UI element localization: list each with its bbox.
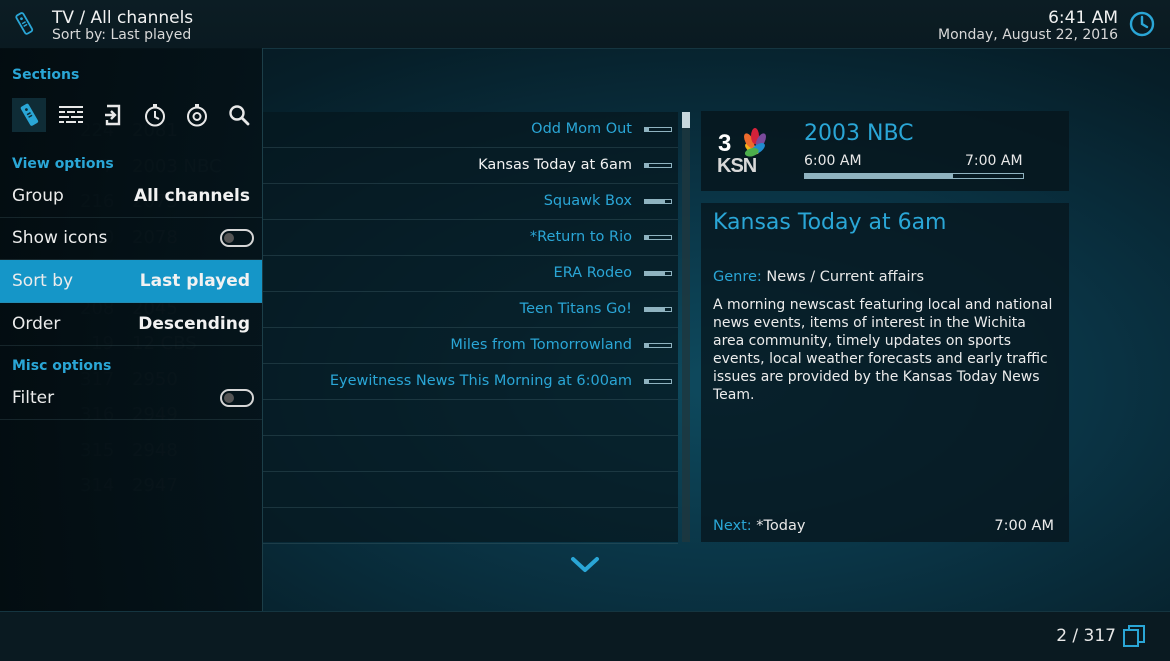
order-value: Descending xyxy=(138,314,250,334)
program-progress-bar xyxy=(804,173,1024,179)
list-item[interactable]: Eyewitness News This Morning at 6:00am xyxy=(262,364,678,400)
order-label: Order xyxy=(12,314,61,334)
timer-rules-icon[interactable] xyxy=(180,98,214,132)
item-counter: 2 / 317 xyxy=(1056,626,1116,646)
list-item-empty xyxy=(262,400,678,436)
svg-text:KSN: KSN xyxy=(717,155,757,175)
sections-heading: Sections xyxy=(12,67,80,83)
next-program-time: 7:00 AM xyxy=(994,518,1054,534)
program-details: Kansas Today at 6am Genre: News / Curren… xyxy=(701,203,1069,542)
group-label: Group xyxy=(12,186,64,206)
next-label: Next: xyxy=(713,518,752,534)
page-subtitle: Sort by: Last played xyxy=(52,27,192,43)
channel-logo: 3 KSN xyxy=(715,127,777,179)
filter-option[interactable]: Filter xyxy=(0,377,262,420)
program-title: Kansas Today at 6am xyxy=(713,210,947,235)
list-item-title: Teen Titans Go! xyxy=(519,301,632,317)
svg-text:3: 3 xyxy=(718,130,731,157)
filter-label: Filter xyxy=(12,388,55,408)
list-item[interactable]: *Return to Rio xyxy=(262,220,678,256)
clock-icon xyxy=(1128,10,1156,42)
scrollbar[interactable] xyxy=(682,112,690,542)
next-title: *Today xyxy=(756,518,806,534)
program-genre: Genre: News / Current affairs xyxy=(713,269,924,285)
list-item-progress xyxy=(644,163,672,168)
list-item-title: Kansas Today at 6am xyxy=(478,157,632,173)
genre-value: News / Current affairs xyxy=(766,269,925,285)
search-icon[interactable] xyxy=(222,98,256,132)
chevron-down-icon[interactable] xyxy=(570,556,600,578)
tv-remote-icon[interactable] xyxy=(12,98,46,132)
recordings-icon[interactable] xyxy=(96,98,130,132)
sort-by-value: Last played xyxy=(139,271,250,291)
list-item-progress xyxy=(644,307,672,312)
bottom-bar: 2 / 317 xyxy=(0,611,1170,661)
scrollbar-thumb[interactable] xyxy=(682,112,690,128)
show-icons-toggle[interactable] xyxy=(220,229,254,247)
list-item-progress xyxy=(644,343,672,348)
list-item-title: Odd Mom Out xyxy=(531,121,632,137)
genre-label: Genre: xyxy=(713,269,762,285)
list-item[interactable]: Odd Mom Out xyxy=(262,112,678,148)
list-item-empty xyxy=(262,472,678,508)
program-description: A morning newscast featuring local and n… xyxy=(713,297,1053,403)
list-item-progress xyxy=(644,379,672,384)
list-item-progress xyxy=(644,199,672,204)
list-item-progress xyxy=(644,271,672,276)
list-item[interactable]: Miles from Tomorrowland xyxy=(262,328,678,364)
show-icons-label: Show icons xyxy=(12,228,108,248)
list-item-title: ERA Rodeo xyxy=(553,265,632,281)
channel-name: 2003 NBC xyxy=(804,121,914,146)
clock-date: Monday, August 22, 2016 xyxy=(938,27,1118,43)
list-item-title: *Return to Rio xyxy=(529,229,632,245)
pages-icon xyxy=(1122,624,1148,652)
sort-by-label: Sort by xyxy=(12,271,74,291)
timer-icon[interactable] xyxy=(138,98,172,132)
top-bar: TV / All channels Sort by: Last played 6… xyxy=(0,0,1170,49)
list-item-empty xyxy=(262,508,678,544)
show-icons-option[interactable]: Show icons xyxy=(0,217,262,260)
misc-options-heading: Misc options xyxy=(12,358,112,374)
filter-toggle[interactable] xyxy=(220,389,254,407)
list-item[interactable]: ERA Rodeo xyxy=(262,256,678,292)
program-start-time: 6:00 AM xyxy=(804,153,862,169)
tv-remote-icon[interactable] xyxy=(14,10,34,40)
group-value: All channels xyxy=(133,186,250,206)
list-item-empty xyxy=(262,436,678,472)
page-title: TV / All channels xyxy=(52,8,194,28)
list-item[interactable]: Kansas Today at 6am xyxy=(262,148,678,184)
next-program: Next: *Today xyxy=(713,518,805,534)
program-end-time: 7:00 AM xyxy=(965,153,1023,169)
list-item-title: Miles from Tomorrowland xyxy=(450,337,632,353)
list-item-title: Squawk Box xyxy=(543,193,632,209)
guide-grid-icon[interactable] xyxy=(54,98,88,132)
channel-list: Odd Mom Out Kansas Today at 6am Squawk Box… xyxy=(262,112,678,544)
list-item-progress xyxy=(644,235,672,240)
list-item[interactable]: Squawk Box xyxy=(262,184,678,220)
view-options-heading: View options xyxy=(12,156,114,172)
order-option[interactable]: Order Descending xyxy=(0,303,262,346)
list-item-title: Eyewitness News This Morning at 6:00am xyxy=(329,373,632,389)
sort-by-option[interactable]: Sort by Last played xyxy=(0,260,262,303)
group-option[interactable]: Group All channels xyxy=(0,175,262,218)
list-item[interactable]: Teen Titans Go! xyxy=(262,292,678,328)
clock-time: 6:41 AM xyxy=(1048,8,1118,28)
list-item-progress xyxy=(644,127,672,132)
channel-info: 3 KSN 2003 NBC 6:00 AM 7:00 AM xyxy=(701,111,1069,191)
side-panel: Sections View options Group All channels… xyxy=(0,48,263,611)
